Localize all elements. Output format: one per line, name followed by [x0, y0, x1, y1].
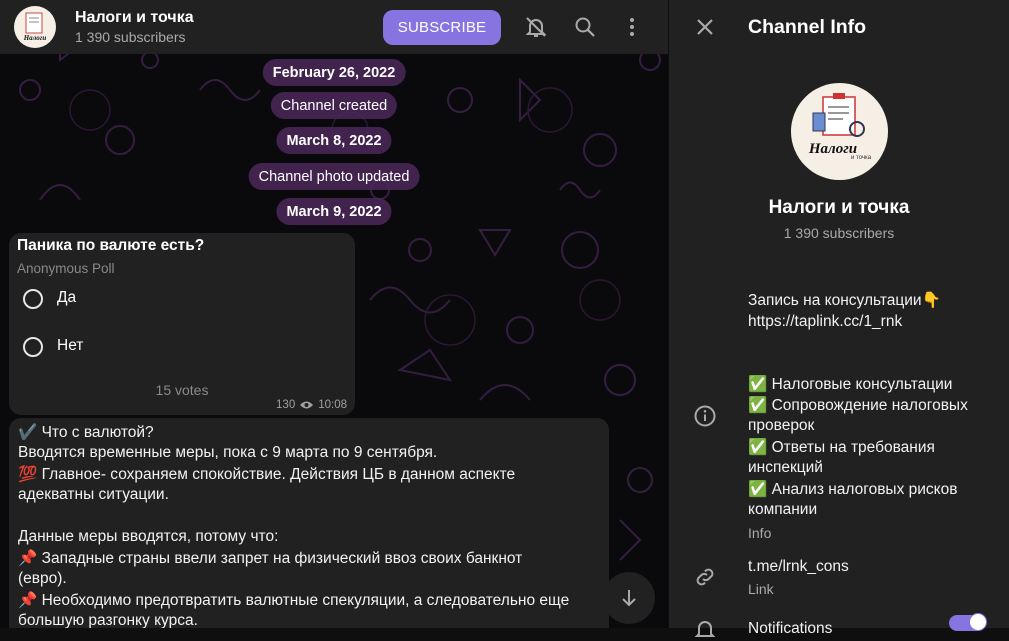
message-line: Вводятся временные меры, пока с 9 марта … — [18, 444, 438, 461]
service-message: Channel created — [270, 92, 398, 119]
channel-info-panel: Channel Info Налоги и точка Налоги и точ… — [669, 0, 1009, 637]
channel-link[interactable]: t.me/lrnk_cons — [748, 558, 849, 576]
description-line: ✅ Налоговые консультации — [748, 376, 953, 393]
poll-option-label[interactable]: Нет — [57, 337, 83, 355]
panel-title: Channel Info — [748, 16, 867, 38]
date-separator: March 8, 2022 — [276, 127, 392, 154]
description-line: компании — [748, 501, 818, 518]
description-line: инспекций — [748, 459, 823, 476]
poll-option-label[interactable]: Да — [57, 289, 76, 307]
poll-message: Паника по валюте есть? Anonymous Poll Да… — [9, 233, 355, 415]
channel-subscribers: 1 390 subscribers — [75, 29, 186, 45]
info-icon — [694, 405, 716, 427]
chat-panel: Налоги Налоги и точка 1 390 subscribers … — [0, 0, 668, 628]
toggle-knob — [969, 613, 987, 631]
poll-question: Паника по валюте есть? — [17, 237, 205, 254]
date-separator: February 26, 2022 — [262, 59, 406, 86]
message-line: (евро). — [18, 570, 67, 587]
notifications-label: Notifications — [748, 620, 833, 637]
view-count: 130 — [276, 399, 296, 411]
poll-option-radio[interactable] — [23, 337, 43, 357]
poll-votes: 15 votes — [155, 382, 209, 398]
message-line: Данные меры вводятся, потому что: — [18, 528, 279, 545]
more-vertical-icon[interactable] — [620, 15, 644, 39]
message-line: ✔️ Что с валютой? — [18, 424, 154, 441]
description-line: Запись на консультации👇 — [748, 292, 941, 309]
logo-subtext: и точка — [851, 155, 872, 161]
info-label: Info — [748, 525, 772, 541]
message-meta: 130 10:08 — [276, 399, 347, 411]
close-icon[interactable] — [693, 15, 717, 39]
channel-title[interactable]: Налоги и точка — [75, 9, 194, 27]
channel-logo[interactable]: Налоги и точка — [791, 83, 888, 180]
message-line: адекватны ситуации. — [18, 486, 169, 503]
subscribe-button[interactable]: SUBSCRIBE — [383, 10, 501, 45]
notifications-toggle[interactable] — [949, 613, 987, 631]
service-message: Channel photo updated — [248, 163, 420, 190]
description-link[interactable]: https://taplink.cc/1_rnk — [748, 313, 902, 331]
logo-text: Налоги — [808, 141, 857, 157]
arrow-down-icon — [622, 590, 636, 607]
eye-icon — [300, 401, 314, 409]
message-time: 10:08 — [318, 399, 347, 411]
bell-icon — [694, 621, 716, 637]
poll-option-radio[interactable] — [23, 289, 43, 309]
svg-text:Налоги: Налоги — [23, 34, 47, 42]
message-line: 📌 Западные страны ввели запрет на физиче… — [18, 550, 523, 567]
description-line: ✅ Ответы на требования — [748, 439, 935, 456]
search-icon[interactable] — [573, 15, 597, 39]
scroll-to-bottom-button[interactable] — [603, 572, 655, 624]
message-line: 📌 Необходимо предотвратить валютные спек… — [18, 592, 570, 609]
date-separator: March 9, 2022 — [276, 198, 392, 225]
message-line: большую разгонку курса. — [18, 612, 198, 628]
link-icon — [696, 568, 714, 586]
bell-off-icon[interactable] — [524, 15, 548, 39]
channel-name: Налоги и точка — [768, 197, 910, 218]
poll-type: Anonymous Poll — [17, 261, 115, 276]
description-line: ✅ Сопровождение налоговых — [748, 397, 968, 414]
channel-avatar[interactable]: Налоги — [14, 6, 56, 48]
description-line: проверок — [748, 417, 815, 434]
message-line: 💯 Главное- сохраняем спокойствие. Действ… — [18, 466, 516, 483]
chat-header: Налоги Налоги и точка 1 390 subscribers … — [0, 0, 668, 54]
link-label: Link — [748, 581, 774, 597]
text-message: ✔️ Что с валютой? Вводятся временные мер… — [9, 418, 609, 628]
description-line: ✅ Анализ налоговых рисков — [748, 481, 958, 498]
channel-subscriber-count: 1 390 subscribers — [783, 225, 895, 241]
